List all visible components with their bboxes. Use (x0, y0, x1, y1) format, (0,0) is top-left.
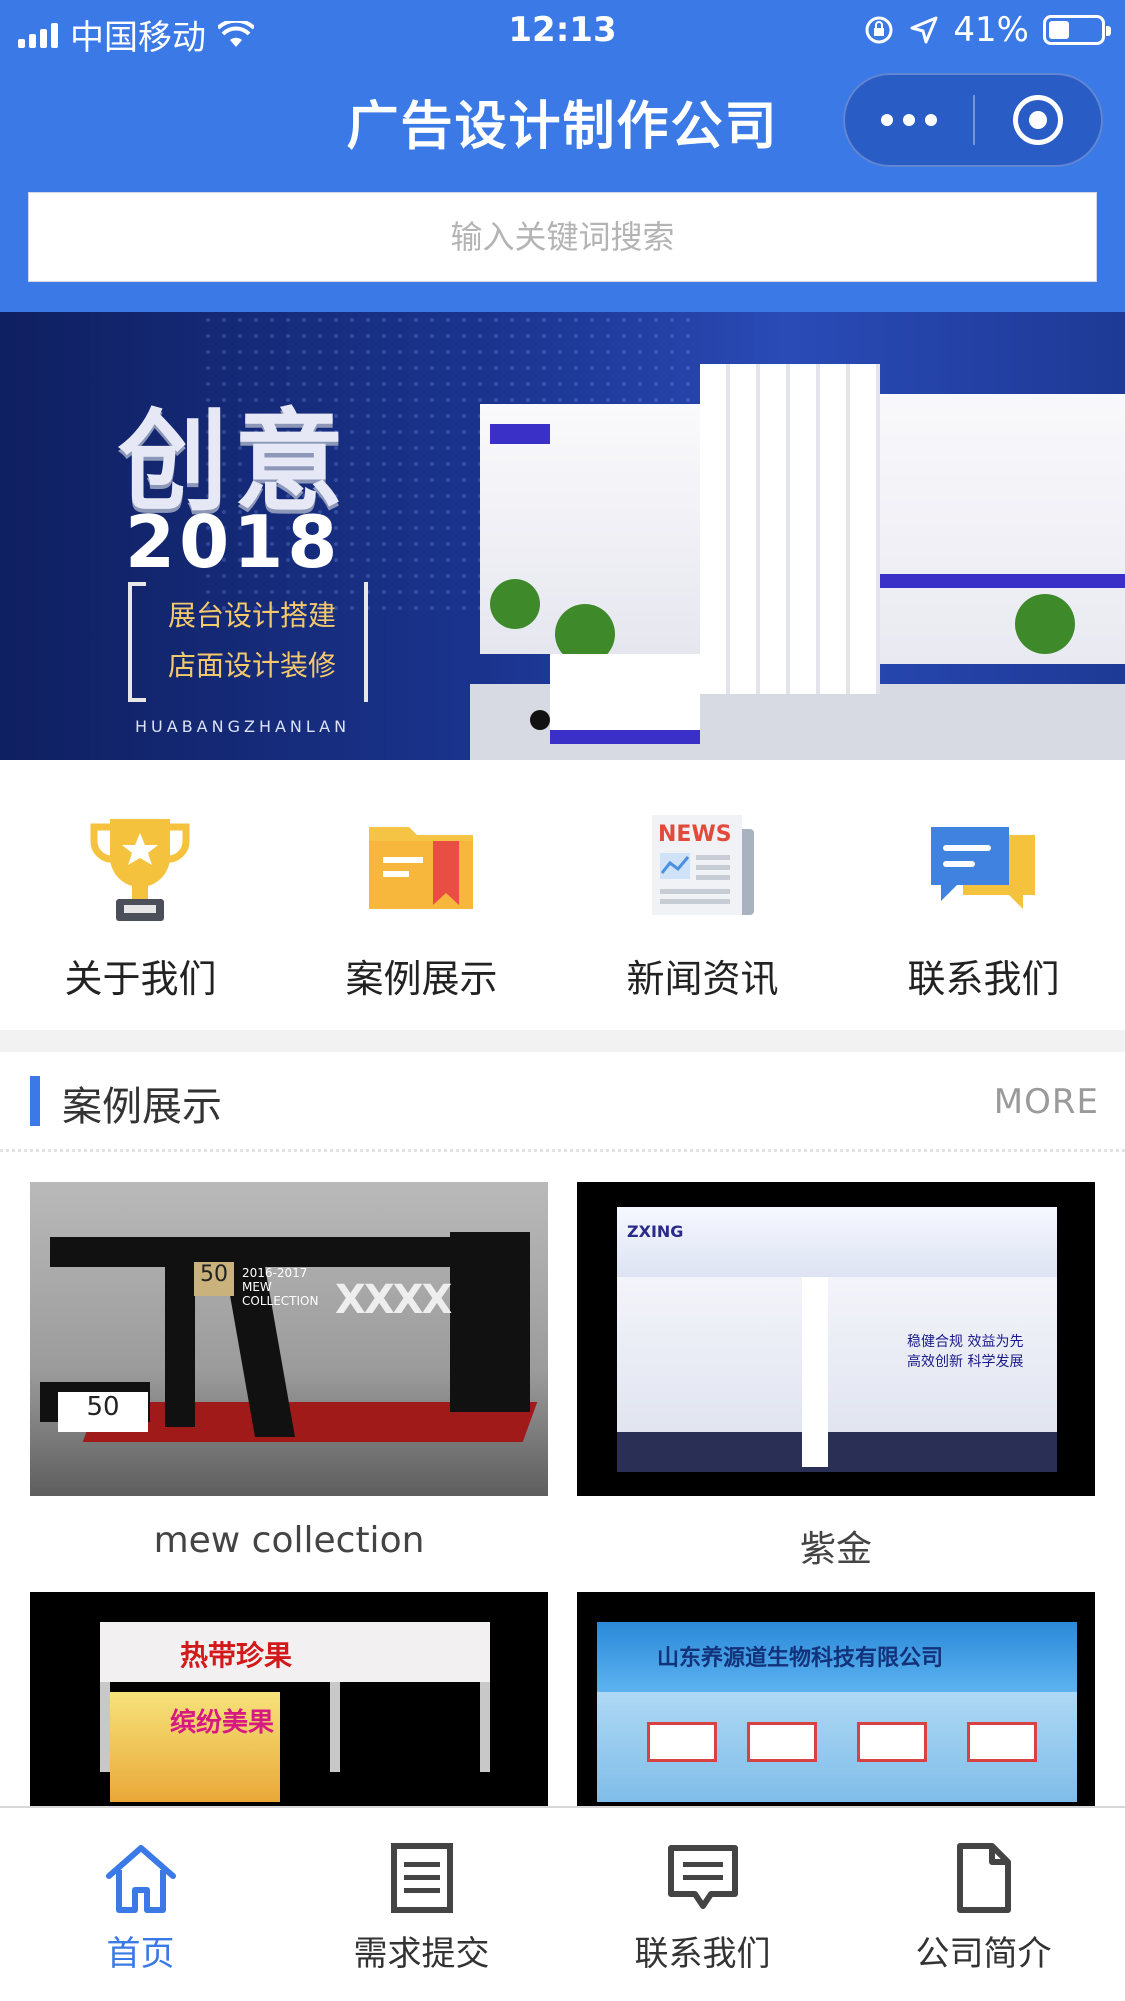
section-gap (0, 1030, 1125, 1052)
status-bar: 中国移动 12:13 41% (0, 0, 1125, 62)
quick-nav-contact[interactable]: 联系我们 (843, 760, 1124, 1030)
case-image: 50 2016-2017 MEW COLLECTION 50 XXXX (30, 1182, 548, 1496)
tab-home[interactable]: 首页 (0, 1808, 281, 2001)
more-link[interactable]: MORE (994, 1082, 1099, 1122)
svg-text:NEWS: NEWS (658, 822, 732, 847)
chat-bubble-icon (931, 827, 1035, 909)
case-image: ZXING 稳健合规 效益为先 高效创新 科学发展 (577, 1182, 1095, 1496)
battery-percent: 41% (953, 10, 1029, 50)
quick-nav-about[interactable]: 关于我们 (0, 760, 281, 1030)
quick-nav-label: 关于我们 (64, 957, 217, 1001)
search-box (28, 192, 1097, 282)
search-input[interactable] (29, 193, 1096, 281)
quick-nav-cases[interactable]: 案例展示 (281, 760, 562, 1030)
banner-year: 2018 (125, 500, 342, 584)
quick-nav: 关于我们 案例展示 NEWS 新闻资讯 联系我们 (0, 760, 1125, 1030)
booth-illustration (470, 364, 1125, 760)
carousel-dot[interactable] (530, 710, 550, 730)
tab-contact[interactable]: 联系我们 (562, 1808, 843, 2001)
trophy-icon (90, 819, 190, 921)
app-header: 中国移动 12:13 41% 广告设计制作公司 输入关键词搜索 (0, 0, 1125, 312)
quick-nav-label: 新闻资讯 (626, 957, 779, 1001)
carousel-indicators (530, 710, 586, 730)
case-caption: 紫金 (799, 1529, 872, 1570)
section-title: 案例展示 (62, 1084, 222, 1130)
more-dots-icon[interactable] (845, 75, 973, 165)
quick-nav-label: 案例展示 (345, 957, 498, 1001)
tab-bar: 首页 需求提交 联系我们 公司简介 (0, 1806, 1125, 2001)
tab-label: 联系我们 (634, 1934, 771, 1974)
quick-nav-label: 联系我们 (907, 957, 1060, 1001)
message-icon (668, 1845, 738, 1909)
capsule-menu (843, 73, 1103, 167)
newspaper-icon: NEWS (652, 815, 754, 915)
tab-label: 公司简介 (915, 1934, 1052, 1974)
battery-icon (1043, 15, 1111, 45)
case-card[interactable]: ZXING 稳健合规 效益为先 高效创新 科学发展 紫金 (577, 1182, 1095, 1572)
tab-about[interactable]: 公司简介 (843, 1808, 1124, 2001)
banner-carousel[interactable]: 创意 2018 展台设计搭建 店面设计装修 HUABANGZHANLAN (0, 312, 1125, 760)
banner-subtitle: HUABANGZHANLAN (135, 717, 351, 736)
banner-line-1: 展台设计搭建 (167, 599, 336, 632)
status-right: 41% (863, 10, 1111, 50)
tab-label: 首页 (106, 1934, 175, 1974)
tab-label: 需求提交 (353, 1934, 490, 1974)
home-icon (106, 1845, 176, 1913)
banner-line-2: 店面设计装修 (167, 649, 336, 682)
case-caption: mew collection (153, 1520, 425, 1561)
location-arrow-icon (910, 16, 938, 44)
file-icon (957, 1843, 1011, 1913)
mini-program-page: 中国移动 12:13 41% 广告设计制作公司 输入关键词搜索 创意 2018 … (0, 0, 1125, 2001)
rotation-lock-icon (865, 16, 893, 44)
section-accent-bar (30, 1076, 40, 1126)
banner-frame: 展台设计搭建 店面设计装修 (128, 582, 368, 702)
quick-nav-news[interactable]: NEWS 新闻资讯 (562, 760, 843, 1030)
case-card[interactable]: 50 2016-2017 MEW COLLECTION 50 XXXX mew co… (30, 1182, 548, 1561)
target-circle-icon (1012, 95, 1063, 145)
carousel-dot[interactable] (566, 710, 586, 730)
folder-icon (369, 827, 473, 909)
close-miniprogram-button[interactable] (975, 75, 1101, 165)
list-doc-icon (391, 1843, 453, 1913)
tab-submit[interactable]: 需求提交 (281, 1808, 562, 2001)
cases-section-header: 案例展示 MORE (0, 1052, 1125, 1152)
